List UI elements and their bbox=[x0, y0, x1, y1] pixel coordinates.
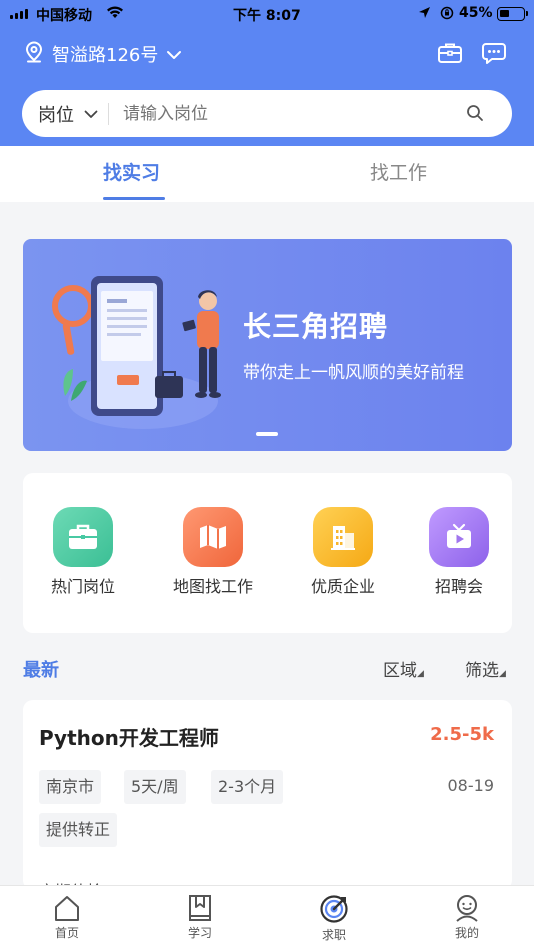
quick-link-map-jobs[interactable]: 地图找工作 bbox=[167, 507, 259, 597]
signal-icon bbox=[10, 9, 28, 19]
search-bar: 岗位 bbox=[22, 90, 512, 137]
area-filter-label: 区域 bbox=[383, 661, 417, 681]
header-bar: 中国移动 下午 8:07 45% 智溢路126号 岗位 bbox=[0, 0, 534, 146]
job-date: 08-19 bbox=[447, 776, 495, 795]
map-icon bbox=[183, 507, 243, 567]
banner-subtitle: 带你走上一帆风顺的美好前程 bbox=[243, 363, 464, 383]
tab-internship[interactable]: 找实习 bbox=[103, 158, 160, 185]
quick-link-label: 热门岗位 bbox=[50, 577, 115, 596]
tabbar-jobs[interactable]: 求职 bbox=[304, 894, 364, 943]
triangle-down-icon: ◢ bbox=[417, 669, 424, 679]
quick-link-label: 地图找工作 bbox=[172, 577, 253, 596]
location-arrow-icon bbox=[418, 6, 431, 23]
status-bar: 中国移动 下午 8:07 45% bbox=[0, 0, 534, 28]
quick-link-job-fair[interactable]: 招聘会 bbox=[423, 507, 495, 597]
location-text: 智溢路126号 bbox=[52, 45, 159, 66]
tabbar-profile[interactable]: 我的 bbox=[437, 894, 497, 941]
wifi-icon bbox=[106, 5, 124, 23]
job-tag: 2-3个月 bbox=[211, 770, 284, 804]
search-input[interactable] bbox=[123, 103, 423, 124]
job-tag: 5天/周 bbox=[124, 770, 186, 804]
chevron-down-icon bbox=[166, 44, 182, 65]
bookmark-book-icon bbox=[170, 894, 230, 922]
tab-underline bbox=[103, 197, 165, 200]
tabbar-label: 学习 bbox=[187, 926, 212, 940]
battery-percent: 45% bbox=[459, 5, 493, 21]
job-salary: 2.5-5k bbox=[430, 724, 494, 745]
tab-job[interactable]: 找工作 bbox=[370, 158, 427, 185]
search-icon[interactable] bbox=[466, 104, 484, 126]
job-card[interactable]: Python开发工程师 2.5-5k 08-19 南京市 5天/周 2-3个月 … bbox=[23, 700, 512, 890]
clock: 下午 8:07 bbox=[233, 8, 301, 24]
target-icon bbox=[304, 894, 364, 924]
carousel-indicator[interactable] bbox=[256, 432, 278, 436]
chevron-down-icon[interactable] bbox=[84, 104, 98, 123]
tabbar-label: 我的 bbox=[454, 926, 479, 940]
message-icon[interactable] bbox=[481, 40, 507, 70]
search-category-select[interactable]: 岗位 bbox=[38, 101, 74, 127]
job-tag: 南京市 bbox=[39, 770, 102, 804]
briefcase-icon[interactable] bbox=[437, 40, 463, 70]
job-title: Python开发工程师 bbox=[39, 726, 219, 750]
quick-link-label: 招聘会 bbox=[434, 577, 483, 596]
bottom-tab-bar: 首页 学习 求职 我的 bbox=[0, 885, 534, 950]
tabbar-label: 求职 bbox=[321, 928, 346, 942]
rotation-lock-icon bbox=[440, 6, 454, 24]
carrier-name: 中国移动 bbox=[36, 8, 92, 24]
tabbar-study[interactable]: 学习 bbox=[170, 894, 230, 941]
job-tag: 提供转正 bbox=[39, 813, 118, 847]
building-icon bbox=[313, 507, 373, 567]
tabbar-label: 首页 bbox=[54, 926, 79, 940]
location-selector[interactable]: 智溢路126号 bbox=[24, 40, 182, 68]
battery-level bbox=[500, 10, 509, 17]
battery-icon bbox=[497, 7, 528, 21]
quick-links-panel: 热门岗位 地图找工作 优质企业 招聘会 bbox=[23, 473, 512, 633]
location-pin-icon bbox=[24, 40, 44, 68]
tabbar-home[interactable]: 首页 bbox=[37, 894, 97, 941]
triangle-down-icon: ◢ bbox=[499, 669, 506, 679]
quick-link-quality-companies[interactable]: 优质企业 bbox=[303, 507, 383, 597]
area-filter[interactable]: 区域◢ bbox=[383, 656, 424, 681]
user-icon bbox=[437, 894, 497, 922]
filter-label: 筛选 bbox=[465, 661, 499, 681]
banner-title: 长三角招聘 bbox=[243, 310, 389, 343]
tv-play-icon bbox=[429, 507, 489, 567]
home-icon bbox=[37, 894, 97, 922]
sort-latest[interactable]: 最新 bbox=[23, 656, 59, 682]
briefcase-icon bbox=[53, 507, 113, 567]
search-divider bbox=[108, 102, 109, 125]
promo-banner[interactable]: 长三角招聘 带你走上一帆风顺的美好前程 bbox=[23, 239, 512, 451]
tab-bar: 找实习 找工作 bbox=[0, 146, 534, 202]
recruitment-illustration bbox=[52, 276, 221, 429]
quick-link-label: 优质企业 bbox=[310, 577, 375, 596]
quick-link-hot-jobs[interactable]: 热门岗位 bbox=[46, 507, 120, 597]
list-header: 最新 区域◢ 筛选◢ bbox=[23, 656, 512, 682]
filter-button[interactable]: 筛选◢ bbox=[465, 656, 506, 681]
